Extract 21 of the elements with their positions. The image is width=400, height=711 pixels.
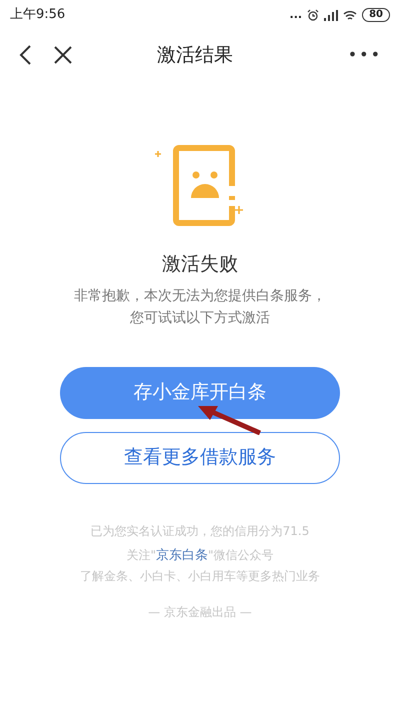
more-menu[interactable]: ••• [348, 43, 382, 67]
signal-icon [324, 10, 338, 20]
result-message: 您可试试以下方式激活 [130, 308, 270, 328]
annotation-arrow-drawing [196, 405, 262, 435]
result-message: 非常抱歉，本次无法为您提供白条服务， [74, 286, 326, 306]
page-title: 激活结果 [156, 42, 234, 68]
alarm-icon [307, 9, 320, 21]
brand-footer: — 京东金融出品 — [148, 603, 252, 621]
more-loans-button[interactable]: 查看更多借款服务 [60, 432, 340, 484]
follow-text: 关注"京东白条"微信公众号 [126, 546, 274, 564]
status-more: ... [290, 6, 302, 23]
battery-level: 80 [362, 8, 390, 22]
wechat-account-link[interactable]: 京东白条 [156, 548, 208, 562]
wifi-icon [343, 10, 358, 20]
close-icon[interactable] [54, 46, 72, 64]
status-time: 上午9:56 [10, 6, 66, 24]
promo-text: 了解金条、小白卡、小白用车等更多热门业务 [80, 568, 320, 585]
result-title: 激活失败 [162, 252, 238, 277]
credit-score-text: 已为您实名认证成功，您的信用分为71.5 [90, 522, 310, 540]
back-icon[interactable] [18, 44, 32, 66]
open-vault-button[interactable]: 存小金库开白条 [60, 366, 340, 418]
